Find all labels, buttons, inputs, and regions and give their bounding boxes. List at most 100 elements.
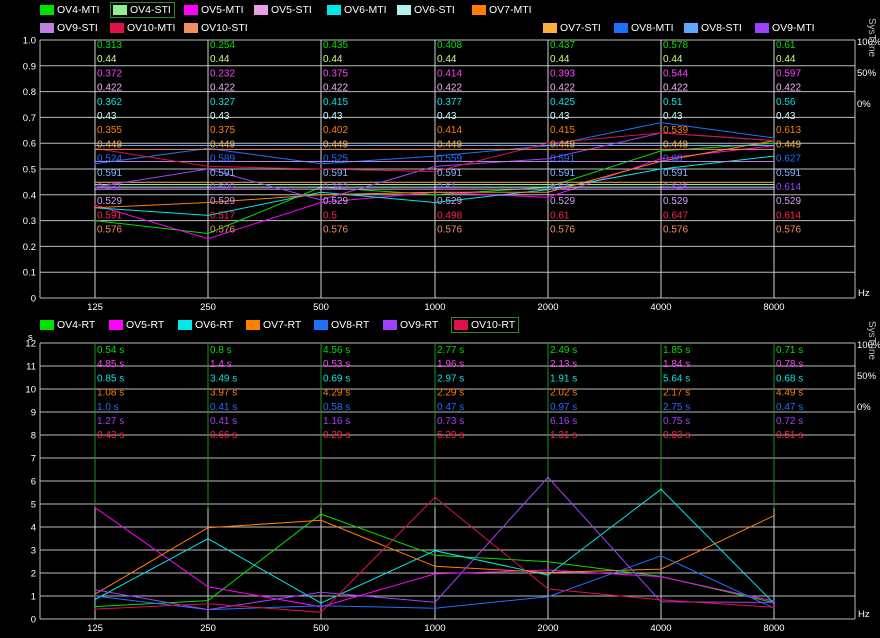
top-data-label: 0.498 xyxy=(437,210,462,221)
top-xtick-label: 500 xyxy=(313,302,329,313)
top-data-label: 0.44 xyxy=(776,54,796,65)
bottom-data-label: 0.68 s xyxy=(776,373,803,384)
bottom-data-label: 2.97 s xyxy=(437,373,464,384)
bottom-xtick-label: 1000 xyxy=(424,623,445,634)
top-data-label: 0.576 xyxy=(776,225,801,236)
bottom-point-ov7-rt xyxy=(320,519,322,522)
bottom-point-ov9-rt xyxy=(320,591,322,594)
top-data-label: 0.529 xyxy=(776,196,801,207)
bottom-data-label: 1.96 s xyxy=(437,359,464,370)
bottom-point-ov5-rt xyxy=(434,573,436,575)
top-data-label: 0.414 xyxy=(437,68,462,79)
bottom-data-label: 0.29 s xyxy=(323,430,350,441)
top-point-ov9-mti xyxy=(94,186,96,188)
top-data-label: 0.591 xyxy=(776,168,801,179)
top-point-ov8-mti xyxy=(320,163,322,165)
top-data-label: 0.449 xyxy=(323,139,348,150)
bottom-data-label: 0.66 s xyxy=(210,430,237,441)
top-point-ov7-sti xyxy=(320,181,322,183)
top-data-label: 0.449 xyxy=(663,139,688,150)
bottom-data-label: 0.47 s xyxy=(776,402,803,413)
top-data-label: 0.576 xyxy=(437,225,462,236)
bottom-xtick-label: 500 xyxy=(313,623,329,634)
top-data-label: 0.254 xyxy=(210,40,235,51)
top-data-label: 0.578 xyxy=(663,40,688,51)
bottom-point-ov10-rt xyxy=(207,603,209,605)
bottom-xtick-label: 4000 xyxy=(650,623,671,634)
bottom-xtick-label: 125 xyxy=(87,623,103,634)
top-data-label: 0.54 xyxy=(550,182,570,193)
top-ytick-label: 0.5 xyxy=(23,165,36,176)
bottom-data-label: 4.49 s xyxy=(776,388,803,399)
bottom-ytick-label: 7 xyxy=(31,454,36,465)
bottom-right-tick: 50% xyxy=(857,371,877,382)
top-data-label: 0.529 xyxy=(210,196,235,207)
bottom-point-ov6-rt xyxy=(320,602,322,604)
bottom-data-label: 0.97 s xyxy=(550,402,577,413)
top-point-ov8-sti xyxy=(320,144,322,147)
bottom-data-label: 0.53 s xyxy=(323,359,350,370)
top-point-ov6-mti xyxy=(434,201,436,204)
top-point-ov9-sti xyxy=(547,160,549,163)
top-right-tick: 50% xyxy=(857,68,877,79)
top-data-label: 0.614 xyxy=(776,210,801,221)
top-data-label: 0.591 xyxy=(210,168,235,179)
top-data-label: 0.647 xyxy=(663,210,688,221)
bottom-point-ov9-rt xyxy=(547,476,549,479)
top-data-label: 0.591 xyxy=(550,154,575,165)
bottom-data-label: 0.83 s xyxy=(663,430,690,441)
bottom-point-ov4-rt xyxy=(94,605,96,608)
top-data-label: 0.627 xyxy=(776,154,801,165)
top-data-label: 0.375 xyxy=(323,68,348,79)
top-data-label: 0.43 xyxy=(323,111,343,122)
bottom-point-ov6-rt xyxy=(660,488,662,491)
top-data-label: 0.437 xyxy=(550,40,575,51)
bottom-data-label: 2.77 s xyxy=(437,345,464,356)
top-data-label: 0.524 xyxy=(97,154,122,165)
top-point-ov8-sti xyxy=(207,144,209,147)
top-data-label: 0.525 xyxy=(323,154,348,165)
top-point-ov10-sti xyxy=(94,148,96,151)
bottom-point-ov7-rt xyxy=(434,565,436,568)
top-point-ov4-mti xyxy=(434,194,436,196)
top-data-label: 0.425 xyxy=(550,97,575,108)
top-data-label: 0.43 xyxy=(437,111,457,122)
top-data-label: 0.422 xyxy=(663,83,688,94)
top-data-label: 0.517 xyxy=(210,210,235,221)
top-point-ov10-sti xyxy=(320,148,322,151)
bottom-point-ov4-rt xyxy=(207,599,209,602)
top-point-ov5-mti xyxy=(660,157,662,160)
top-data-label: 0.51 xyxy=(437,182,457,193)
top-data-label: 0.61 xyxy=(550,210,570,221)
top-point-ov7-mti xyxy=(94,206,96,209)
top-point-ov7-sti xyxy=(94,181,96,183)
bottom-point-ov4-rt xyxy=(434,554,436,557)
top-data-label: 0.529 xyxy=(663,196,688,207)
bottom-point-ov7-rt xyxy=(94,593,96,595)
top-ytick-label: 0.4 xyxy=(23,190,36,201)
top-data-label: 0.422 xyxy=(437,83,462,94)
top-data-label: 0.422 xyxy=(776,83,801,94)
top-data-label: 0.449 xyxy=(210,139,235,150)
top-point-ov7-mti xyxy=(547,191,549,193)
top-data-label: 0.44 xyxy=(97,54,117,65)
top-data-label: 0.43 xyxy=(210,111,230,122)
top-data-label: 0.529 xyxy=(97,196,122,207)
bottom-data-label: 4.56 s xyxy=(323,345,350,356)
bottom-data-label: 4.85 s xyxy=(97,359,124,370)
bottom-data-label: 5.29 s xyxy=(437,430,464,441)
top-point-ov7-mti xyxy=(320,194,322,196)
top-point-ov10-sti xyxy=(547,148,549,151)
top-data-label: 0.44 xyxy=(210,54,230,65)
top-data-label: 0.422 xyxy=(323,83,348,94)
top-xtick-label: 2000 xyxy=(537,302,558,313)
top-point-ov4-mti xyxy=(660,150,662,152)
bottom-data-label: 2.29 s xyxy=(437,388,464,399)
top-ytick-label: 0.1 xyxy=(23,268,36,279)
bottom-ytick-label: 1 xyxy=(31,592,36,603)
top-point-ov8-mti xyxy=(94,163,96,165)
top-point-ov10-mti xyxy=(660,132,662,134)
bottom-ylabel: s xyxy=(28,332,33,343)
top-point-ov10-sti xyxy=(773,148,775,151)
top-point-ov7-sti xyxy=(773,181,775,183)
